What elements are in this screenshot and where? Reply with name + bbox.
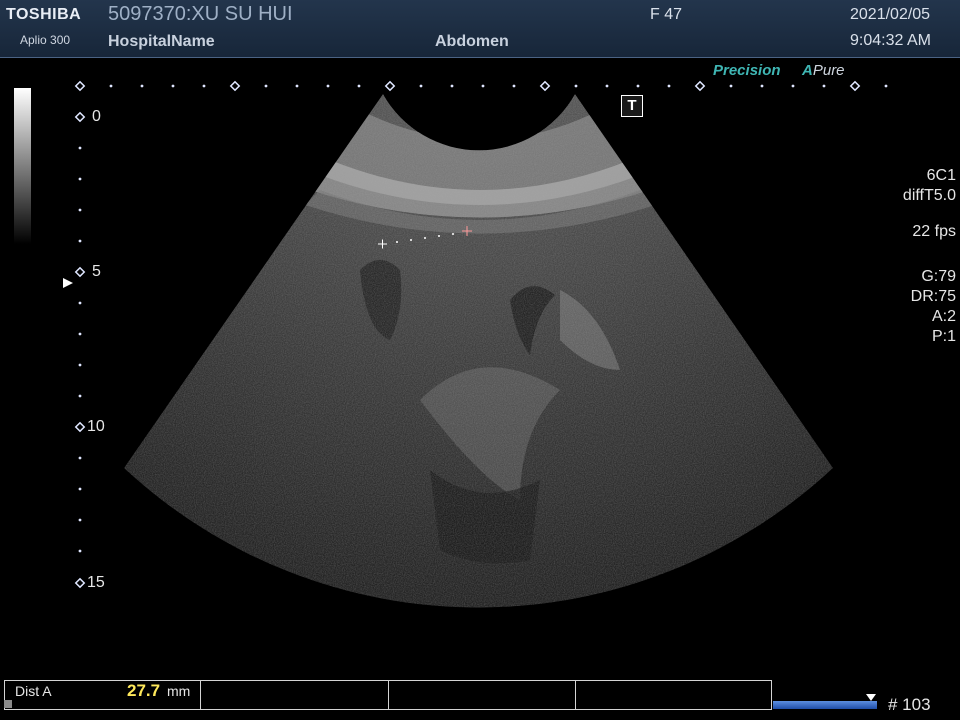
lateral-scale xyxy=(74,80,888,92)
t-mark-button[interactable]: T xyxy=(621,95,643,117)
probe-params: 6C1 diffT5.0 xyxy=(903,166,956,206)
cine-progress-bar[interactable] xyxy=(773,701,877,709)
measurement-unit: mm xyxy=(167,683,191,699)
depth-label-0: 0 xyxy=(92,108,101,125)
measurement-bar: Dist A 27.7 mm xyxy=(4,680,772,710)
imaging-mode: diffT5.0 xyxy=(902,187,956,204)
frame-rate: 22 fps xyxy=(912,222,956,242)
precision-tag: Precision xyxy=(713,62,781,79)
depth-label-5: 5 xyxy=(92,263,101,280)
measurement-cell-dist-a[interactable]: Dist A 27.7 mm xyxy=(5,681,202,709)
probe-name: 6C1 xyxy=(926,167,956,184)
gain-value: G:79 xyxy=(921,268,956,285)
sector-scan xyxy=(124,94,833,608)
depth-label-15: 15 xyxy=(87,574,105,591)
apure-word: Pure xyxy=(812,62,845,79)
measurement-value: 27.7 xyxy=(127,681,161,700)
ultrasound-image xyxy=(74,80,888,608)
a-value: A:2 xyxy=(931,308,956,325)
apure-a-letter: A xyxy=(802,62,813,79)
p-value: P:1 xyxy=(931,328,956,345)
focus-pointer-icon[interactable] xyxy=(63,278,73,288)
measurement-cell-empty[interactable] xyxy=(389,681,576,709)
measurement-cell-empty[interactable] xyxy=(201,681,389,709)
fps-value: 22 fps xyxy=(912,223,956,240)
depth-label-10: 10 xyxy=(87,418,105,435)
grayscale-bar xyxy=(14,88,31,244)
image-params: G:79 DR:75 A:2 P:1 xyxy=(911,267,956,347)
cine-position-icon[interactable] xyxy=(866,694,876,701)
frame-number: # 103 xyxy=(888,695,931,714)
cine-start-marker xyxy=(4,700,12,708)
measurement-cell-empty[interactable] xyxy=(576,681,771,709)
apure-tag: APure xyxy=(802,62,845,79)
depth-ticks xyxy=(74,111,86,589)
dynamic-range-value: DR:75 xyxy=(910,288,956,305)
measurement-label: Dist A xyxy=(15,683,52,699)
